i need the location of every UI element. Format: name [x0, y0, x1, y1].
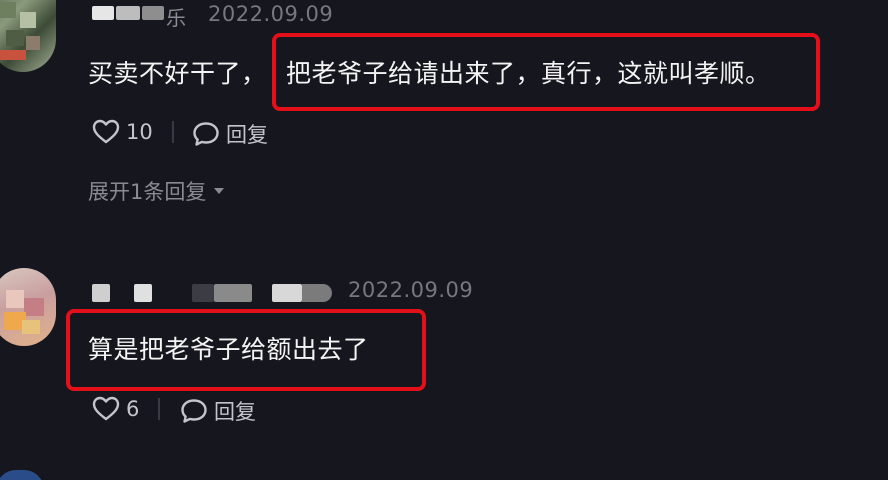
- comment-date: 2022.09.09: [348, 278, 474, 302]
- like-count: 10: [126, 120, 153, 144]
- expand-replies-button[interactable]: 展开1条回复: [88, 176, 226, 206]
- heart-outline-icon: [92, 119, 120, 144]
- avatar[interactable]: [0, 268, 56, 346]
- reply-label: 回复: [226, 123, 268, 147]
- comment-text-lead: 买卖不好干了，: [88, 59, 267, 88]
- reply-button[interactable]: 回复: [192, 119, 268, 149]
- comment-date: 2022.09.09: [208, 2, 334, 26]
- avatar[interactable]: [0, 470, 44, 480]
- like-button[interactable]: 6: [92, 396, 139, 422]
- like-button[interactable]: 10: [92, 119, 153, 145]
- heart-outline-icon: [92, 396, 120, 421]
- divider: [172, 121, 174, 143]
- divider: [158, 398, 160, 420]
- expand-replies-label: 展开1条回复: [88, 180, 207, 204]
- username[interactable]: 乐: [166, 2, 186, 31]
- red-highlight-box: [66, 309, 426, 391]
- speech-bubble-icon: [181, 399, 207, 423]
- reply-button[interactable]: 回复: [180, 396, 256, 426]
- red-highlight-box: [272, 33, 820, 111]
- speech-bubble-icon: [193, 122, 219, 146]
- caret-down-icon: [214, 188, 225, 194]
- reply-label: 回复: [214, 400, 256, 424]
- comment-list: 乐 2022.09.09 买卖不好干了， 把老爷子给请出来了，真行，这就叫孝顺。…: [0, 0, 888, 480]
- avatar[interactable]: [0, 0, 56, 72]
- like-count: 6: [126, 397, 140, 421]
